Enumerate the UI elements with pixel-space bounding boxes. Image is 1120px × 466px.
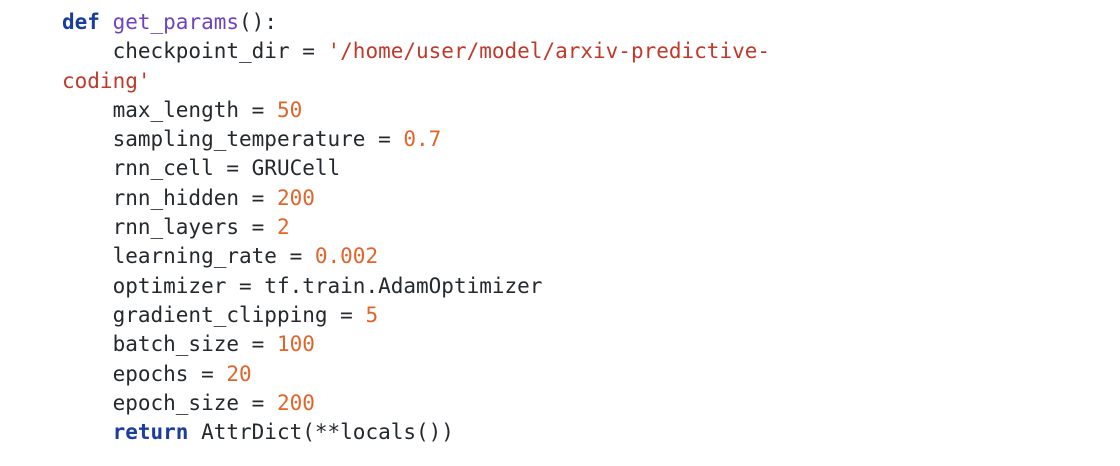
string-token: '/home/user/model/arxiv-predictive- (327, 39, 771, 64)
code-token: (): (239, 10, 277, 34)
code-line: learning_rate = 0.002 (62, 242, 770, 271)
code-line: epochs = 20 (62, 360, 770, 389)
code-token: batch_size = (112, 332, 277, 357)
number-token: 200 (276, 185, 315, 210)
code-line: optimizer = tf.train.AdamOptimizer (62, 272, 770, 301)
code-token: learning_rate = (112, 244, 315, 269)
code-token: max_length = (112, 97, 277, 122)
string-token: coding' (62, 68, 151, 93)
code-line: sampling_temperature = 0.7 (62, 125, 770, 154)
code-line: epoch_size = 200 (62, 389, 770, 418)
code-line: rnn_hidden = 200 (62, 184, 770, 213)
number-token: 0.7 (403, 127, 442, 152)
code-token: sampling_temperature = (112, 127, 404, 152)
keyword-token: return (112, 420, 189, 445)
code-line: return AttrDict(**locals()) (62, 418, 770, 447)
code-token: rnn_cell = GRUCell (112, 156, 341, 181)
number-token: 100 (276, 332, 315, 357)
code-line: gradient_clipping = 5 (62, 301, 770, 330)
number-token: 2 (276, 215, 290, 240)
code-line: rnn_cell = GRUCell (62, 154, 770, 183)
code-line: batch_size = 100 (62, 330, 770, 359)
code-line: def get_params(): (62, 8, 770, 37)
code-token: epochs = (112, 361, 227, 386)
code-token: rnn_layers = (112, 215, 277, 240)
code-token: epoch_size = (112, 390, 277, 415)
code-token: AttrDict(**locals()) (188, 420, 454, 445)
function-name-token: get_params (112, 10, 240, 34)
code-line: checkpoint_dir = '/home/user/model/arxiv… (62, 37, 770, 66)
code-token: optimizer = tf.train.AdamOptimizer (112, 273, 543, 298)
code-line: coding' (62, 67, 770, 96)
number-token: 200 (276, 390, 315, 415)
number-token: 0.002 (314, 244, 379, 269)
number-token: 5 (365, 302, 379, 327)
number-token: 50 (276, 97, 303, 122)
code-token: gradient_clipping = (112, 302, 366, 327)
code-block: def get_params(): checkpoint_dir = '/hom… (62, 8, 770, 447)
number-token: 20 (226, 361, 252, 386)
code-token: checkpoint_dir = (112, 39, 328, 64)
code-line: max_length = 50 (62, 96, 770, 125)
code-token: rnn_hidden = (112, 185, 277, 210)
keyword-token: def (62, 10, 100, 34)
code-line: rnn_layers = 2 (62, 213, 770, 242)
